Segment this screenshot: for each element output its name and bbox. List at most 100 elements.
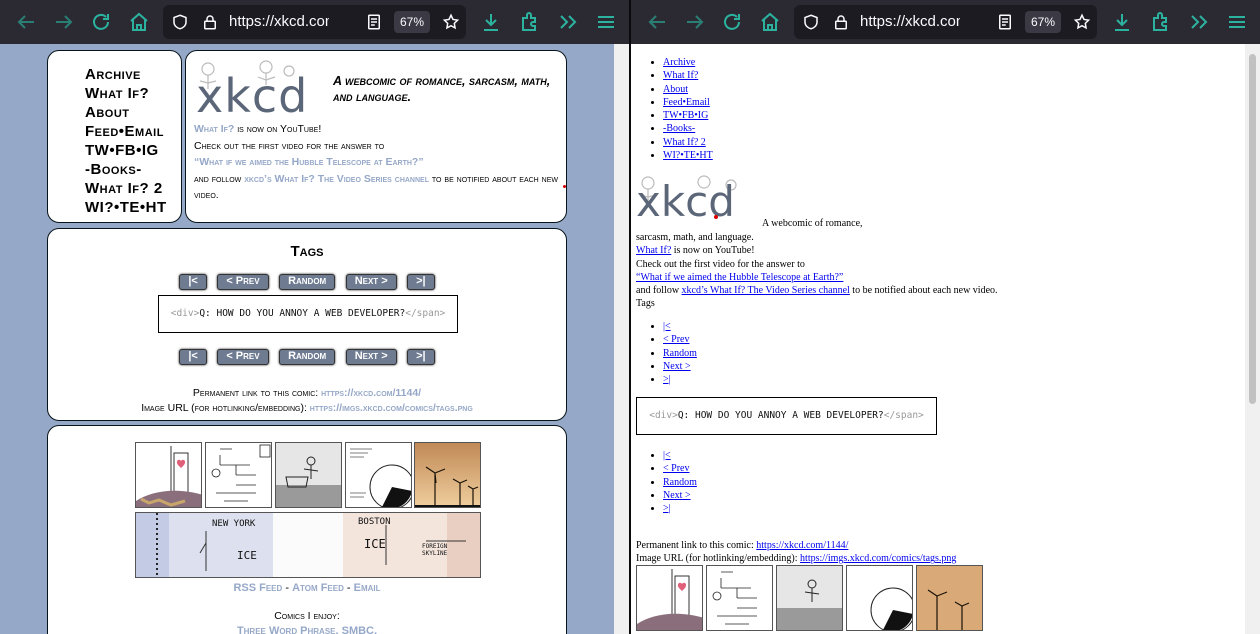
next-link[interactable]: Next > (663, 361, 691, 372)
imageurl-link[interactable]: https://imgs.xkcd.com/comics/tags.png (310, 402, 473, 414)
back-icon[interactable] (14, 10, 38, 34)
first-button-bottom[interactable]: |< (179, 349, 207, 365)
thumb-comic-3[interactable] (275, 442, 342, 508)
thumb-city-1: NEW YORK (212, 519, 256, 529)
last-button-bottom[interactable]: >| (407, 349, 435, 365)
nav-tw-fb-ig[interactable]: TW•FB•IG (85, 141, 185, 160)
thumb-comic-4[interactable] (345, 442, 412, 508)
scrollbar-thumb[interactable] (1249, 54, 1256, 404)
thumb-comic-1-right[interactable] (636, 565, 703, 631)
last-button[interactable]: >| (407, 274, 435, 290)
menu-icon[interactable] (1225, 10, 1249, 34)
next-link[interactable]: Next > (663, 490, 691, 501)
next-button-bottom[interactable]: Next > (345, 349, 397, 365)
url-bar-right[interactable]: https://xkcd.com/114 67% (794, 5, 1097, 39)
nav-books[interactable]: -Books- (85, 160, 185, 179)
news-what-if-link[interactable]: What If? (194, 123, 234, 135)
url-text-right[interactable]: https://xkcd.com/114 (860, 13, 960, 30)
home-icon[interactable] (758, 10, 782, 34)
nav-about[interactable]: About (85, 103, 185, 122)
reload-icon[interactable] (720, 10, 744, 34)
home-icon[interactable] (127, 10, 151, 34)
last-link[interactable]: >| (663, 503, 671, 514)
first-button[interactable]: |< (179, 274, 207, 290)
random-button[interactable]: Random (279, 274, 336, 290)
nav-archive-link[interactable]: Archive (663, 57, 695, 68)
reader-view-icon[interactable] (996, 13, 1014, 31)
nav-books-link[interactable]: -Books- (663, 123, 695, 134)
url-bar[interactable]: https://xkcd.com/114 67% (163, 5, 466, 39)
first-link[interactable]: |< (663, 321, 671, 332)
back-icon[interactable] (645, 10, 669, 34)
reader-view-icon[interactable] (365, 13, 383, 31)
nav-feed-email-link[interactable]: Feed•Email (663, 97, 710, 108)
shield-icon[interactable] (802, 13, 820, 31)
nav-what-if-link[interactable]: What If? (663, 70, 698, 81)
thumb-comic-1[interactable] (135, 442, 202, 508)
prev-link[interactable]: < Prev (663, 463, 689, 474)
prev-link[interactable]: < Prev (663, 334, 689, 345)
lock-icon[interactable] (832, 13, 850, 31)
thumb-comic-2-right[interactable] (706, 565, 773, 631)
right-scrollbar[interactable] (1245, 44, 1260, 634)
next-button[interactable]: Next > (345, 274, 397, 290)
thumb-5-wind-turbines-icon (415, 443, 480, 507)
lock-icon[interactable] (201, 13, 219, 31)
left-scrollbar[interactable] (614, 44, 629, 634)
xkcd-logo-right[interactable]: xkcd (636, 175, 756, 227)
downloads-icon[interactable] (479, 10, 503, 34)
last-link[interactable]: >| (663, 374, 671, 385)
prev-button[interactable]: < Prev (217, 274, 269, 290)
zoom-level-right[interactable]: 67% (1025, 11, 1061, 33)
first-link[interactable]: |< (663, 450, 671, 461)
comic-image-right[interactable]: <div>Q: HOW DO YOU ANNOY A WEB DEVELOPER… (636, 397, 937, 435)
thumb-comic-5[interactable] (414, 442, 481, 508)
news-video-link[interactable]: “What if we aimed the Hubble Telescope a… (194, 156, 424, 168)
shield-icon[interactable] (171, 13, 189, 31)
permalink-link[interactable]: https://xkcd.com/1144/ (756, 540, 848, 551)
nav-about-link[interactable]: About (663, 84, 688, 95)
bookmark-star-icon[interactable] (1073, 13, 1091, 31)
nav-what-if-2[interactable]: What If? 2 (85, 179, 185, 198)
prev-button-bottom[interactable]: < Prev (217, 349, 269, 365)
menu-icon[interactable] (594, 10, 618, 34)
random-link[interactable]: Random (663, 477, 697, 488)
random-link[interactable]: Random (663, 348, 697, 359)
nav-what-if-2-link[interactable]: What If? 2 (663, 137, 706, 148)
url-text[interactable]: https://xkcd.com/114 (229, 13, 329, 30)
comic-image[interactable]: <div>Q: HOW DO YOU ANNOY A WEB DEVELOPER… (158, 295, 458, 333)
downloads-icon[interactable] (1110, 10, 1134, 34)
nav-tw-fb-ig-link[interactable]: TW•FB•IG (663, 110, 708, 121)
permalink-link[interactable]: https://xkcd.com/1144/ (321, 387, 421, 399)
nav-archive[interactable]: Archive (85, 65, 185, 84)
thumb-comic-4-right[interactable] (846, 565, 913, 631)
news-video-link[interactable]: “What if we aimed the Hubble Telescope a… (636, 272, 843, 283)
news-what-if-link[interactable]: What If? (636, 245, 671, 256)
forward-icon[interactable] (683, 10, 707, 34)
xkcd-logo[interactable]: xkcd (194, 59, 314, 119)
news-channel-link[interactable]: xkcd’s What If? The Video Series channel (682, 285, 850, 296)
atom-feed-link[interactable]: Atom Feed (292, 582, 344, 594)
overflow-chevrons-icon[interactable] (556, 10, 580, 34)
rss-feed-link[interactable]: RSS Feed (233, 582, 282, 594)
nav-what-if[interactable]: What If? (85, 84, 185, 103)
zoom-level[interactable]: 67% (394, 11, 430, 33)
extensions-icon[interactable] (1149, 10, 1173, 34)
comics-i-enjoy-links[interactable]: Three Word Phrase, SMBC, (48, 625, 566, 634)
news-channel-link[interactable]: xkcd’s What If? The Video Series channel (244, 173, 429, 185)
reload-icon[interactable] (89, 10, 113, 34)
bookmark-star-icon[interactable] (442, 13, 460, 31)
nav-wi-te-ht-link[interactable]: WI?•TE•HT (663, 150, 713, 161)
thumb-comic-3-right[interactable] (776, 565, 843, 631)
nav-feed-email[interactable]: Feed•Email (85, 122, 185, 141)
thumb-comic-2[interactable] (205, 442, 272, 508)
random-button-bottom[interactable]: Random (279, 349, 336, 365)
thumb-comic-5-right[interactable] (916, 565, 983, 631)
imageurl-link[interactable]: https://imgs.xkcd.com/comics/tags.png (800, 553, 956, 564)
email-link[interactable]: Email (354, 582, 381, 594)
thumb-wide-comic[interactable]: NEW YORK ICE BOSTON ICE FOREIGN SKYLINE (135, 512, 481, 578)
overflow-chevrons-icon[interactable] (1187, 10, 1211, 34)
nav-wi-te-ht[interactable]: WI?•TE•HT (85, 198, 185, 217)
extensions-icon[interactable] (518, 10, 542, 34)
forward-icon[interactable] (52, 10, 76, 34)
